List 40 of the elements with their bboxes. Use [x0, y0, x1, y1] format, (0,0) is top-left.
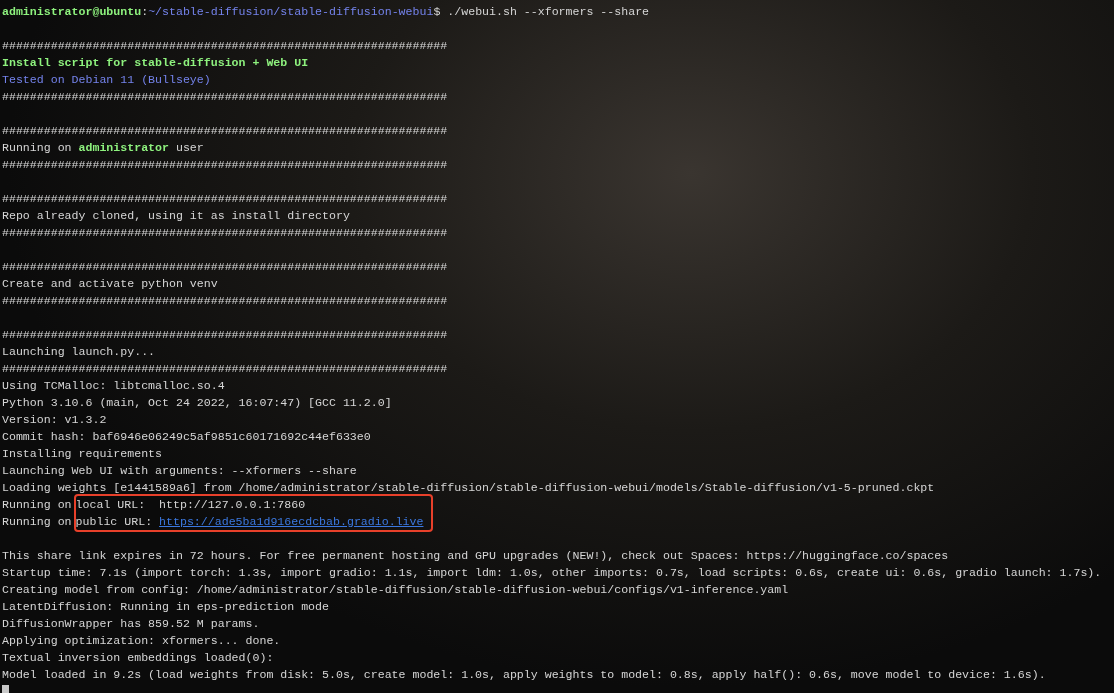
output-text: Loading weights [e1441589a6] from /home/administrator/stable-diffusion/stable-diffusion-webui/models/Stable-diffusion/v1-5-pruned.ckpt: [2, 481, 935, 494]
output-text: Applying optimization: xformers... done.: [2, 634, 281, 647]
output-text: Running on: [2, 515, 72, 528]
output-text: Installing requirements: [2, 447, 163, 460]
prompt-path: ~/stable-diffusion/stable-diffusion-webui: [148, 5, 434, 18]
url-link[interactable]: https://ade5ba1d916ecdcbab.gradio.live: [159, 515, 424, 528]
output-text: Commit hash: baf6946e06249c5af9851c60171692c44ef633e0: [2, 430, 371, 443]
hash-rule: ################################################################: [2, 158, 448, 171]
hash-rule: ################################################################: [2, 90, 448, 103]
hash-rule: ################################################################: [2, 39, 448, 52]
output-text: Creating model from config: /home/administrator/stable-diffusion/stable-diffusion-webui/configs/v1-inference.yaml: [2, 583, 789, 596]
output-text: Model loaded in 9.2s (load weights from disk: 5.0s, create model: 1.0s, apply weights to model: 0.8s, apply half(): 0.6s, move model to device: 1.6s).: [2, 668, 1046, 681]
output-text: public URL:: [75, 515, 154, 528]
prompt-user: administrator@ubuntu: [2, 5, 142, 18]
hash-rule: ################################################################: [2, 328, 448, 341]
output-text: :: [141, 5, 149, 18]
output-text: Install script for stable-diffusion + Web UI: [2, 56, 309, 69]
output-text: LatentDiffusion: Running in eps-prediction mode: [2, 600, 329, 613]
hash-rule: ################################################################: [2, 260, 448, 273]
hash-rule: ################################################################: [2, 294, 448, 307]
output-text: Python 3.10.6 (main, Oct 24 2022, 16:07:47) [GCC 11.2.0]: [2, 396, 392, 409]
hash-rule: ################################################################: [2, 226, 448, 239]
hash-rule: ################################################################: [2, 124, 448, 137]
output-text: $ ./webui.sh --xformers --share: [433, 5, 650, 18]
output-text: Running on administrator user: [2, 141, 204, 154]
output-text: This share link expires in 72 hours. For free permanent hosting and GPU upgrades (NEW!), check out Spaces: https://huggingface.co/spaces: [2, 549, 949, 562]
hash-rule: ################################################################: [2, 192, 448, 205]
output-text: Launching Web UI with arguments: --xformers --share: [2, 464, 357, 477]
output-text: Launching launch.py...: [2, 345, 156, 358]
output-text: local URL: http://127.0.0.1:7860: [75, 498, 306, 511]
output-text: Create and activate python venv: [2, 277, 218, 290]
output-text: DiffusionWrapper has 859.52 M params.: [2, 617, 260, 630]
output-text: Version: v1.3.2: [2, 413, 107, 426]
output-text: Startup time: 7.1s (import torch: 1.3s, import gradio: 1.1s, import ldm: 1.0s, other imports: 0.7s, load scripts: 0.6s, create ui: 0.6s, gradio launch: 1.7s).: [2, 566, 1102, 579]
output-text: Tested on Debian 11 (Bullseye): [2, 73, 211, 86]
output-text: Textual inversion embeddings loaded(0):: [2, 651, 274, 664]
output-text: Repo already cloned, using it as install directory: [2, 209, 350, 222]
output-text: Using TCMalloc: libtcmalloc.so.4: [2, 379, 225, 392]
output-text: Running on: [2, 498, 72, 511]
hash-rule: ################################################################: [2, 362, 448, 375]
